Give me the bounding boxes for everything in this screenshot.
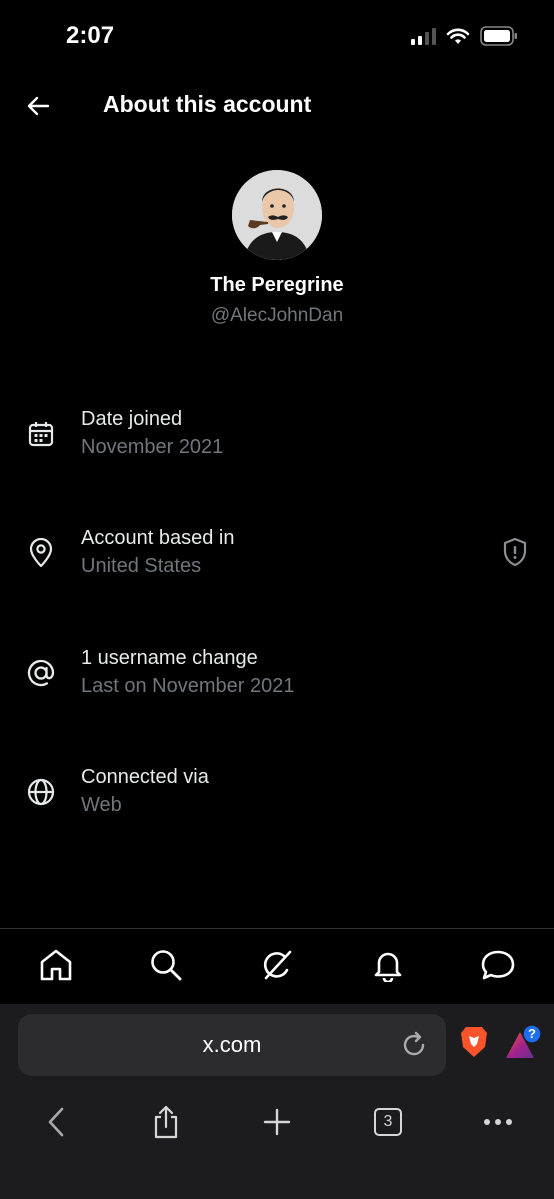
status-bar: 2:07 (0, 0, 554, 72)
cellular-signal-icon (411, 27, 436, 45)
date-joined-value: November 2021 (81, 436, 224, 458)
username-change-row: 1 username change Last on November 2021 (0, 643, 554, 713)
messages-icon (481, 950, 515, 980)
status-time: 2:07 (66, 22, 115, 49)
bottom-tab-bar (0, 928, 554, 1004)
status-icons (411, 26, 518, 46)
tab-search[interactable] (146, 945, 186, 985)
tab-notifications[interactable] (368, 945, 408, 985)
page-title: About this account (103, 91, 312, 117)
location-pin-icon (24, 536, 58, 570)
account-location-label: Account based in (81, 527, 235, 549)
tab-messages[interactable] (478, 945, 518, 985)
header: About this account (0, 80, 554, 130)
rewards-badge: ? (528, 1026, 536, 1041)
chevron-left-icon (48, 1107, 64, 1137)
reload-icon (403, 1031, 425, 1056)
at-sign-icon (24, 656, 58, 690)
brave-rewards-button[interactable]: ? (504, 1024, 546, 1064)
avatar[interactable] (232, 170, 322, 260)
brave-lion-icon (461, 1027, 487, 1057)
plus-icon (263, 1108, 291, 1136)
account-location-row: Account based in United States (0, 523, 554, 593)
browser-toolbar: x.com ? 3 (0, 1004, 554, 1199)
search-icon (151, 950, 182, 981)
browser-back-button[interactable] (34, 1100, 78, 1144)
grok-icon (263, 950, 292, 980)
reload-button[interactable] (400, 1031, 428, 1059)
account-location-value: United States (81, 555, 202, 577)
display-name: The Peregrine (210, 274, 344, 296)
username-handle: @AlecJohnDan (210, 305, 344, 326)
username-change-label: 1 username change (81, 647, 258, 669)
share-icon (154, 1105, 178, 1139)
back-button[interactable] (22, 90, 54, 122)
globe-icon (24, 775, 58, 809)
username-change-value: Last on November 2021 (81, 675, 295, 697)
date-joined-label: Date joined (81, 408, 183, 430)
url-text: x.com (202, 1032, 262, 1057)
calendar-icon (24, 417, 58, 451)
tab-count: 3 (374, 1108, 402, 1136)
date-joined-row: Date joined November 2021 (0, 404, 554, 474)
connected-via-value: Web (81, 794, 122, 816)
battery-icon (480, 26, 518, 46)
brave-shields-button[interactable] (458, 1024, 494, 1064)
url-bar[interactable]: x.com (18, 1014, 446, 1076)
rewards-triangle-icon (506, 1024, 542, 1058)
home-icon (40, 949, 72, 981)
tab-home[interactable] (36, 945, 76, 985)
more-dots-icon (484, 1119, 512, 1125)
connected-via-label: Connected via (81, 766, 209, 788)
tab-grok[interactable] (257, 945, 297, 985)
notifications-icon (374, 952, 402, 982)
connected-via-row: Connected via Web (0, 762, 554, 832)
new-tab-button[interactable] (255, 1100, 299, 1144)
tabs-button[interactable]: 3 (366, 1100, 410, 1144)
more-menu-button[interactable] (476, 1100, 520, 1144)
shield-icon[interactable] (502, 537, 528, 567)
back-arrow-icon (27, 96, 50, 116)
wifi-icon (446, 27, 470, 45)
share-button[interactable] (144, 1100, 188, 1144)
